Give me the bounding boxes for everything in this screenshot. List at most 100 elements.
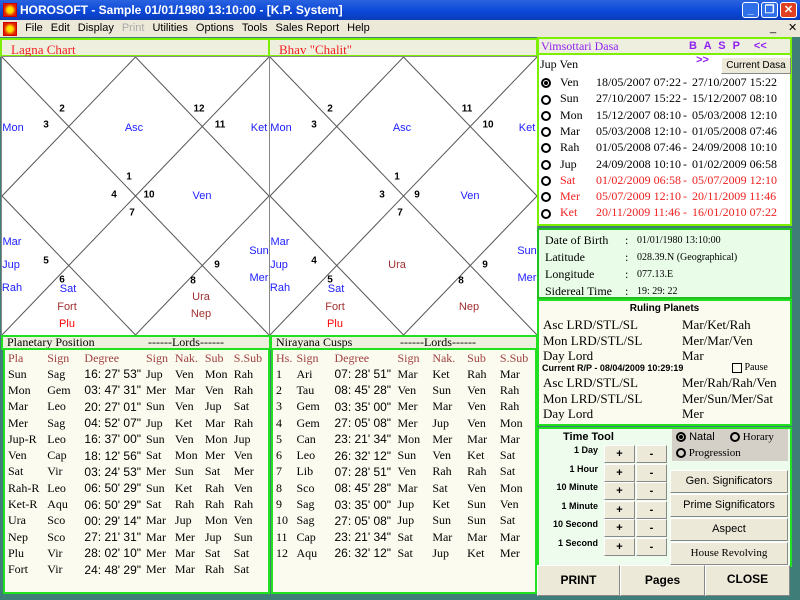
pause-checkbox[interactable]: Pause [732,362,768,373]
table-row: Plu Vir 28: 02' 10" Mer Mar Sat Sat [5,545,268,561]
progression-radio[interactable]: Progression [676,447,741,459]
dasa-row[interactable]: Ven 18/05/2007 07:22-27/10/2007 15:22 [541,75,777,91]
dasa-nav-s[interactable]: S [718,40,725,52]
action-button-0[interactable]: Gen. Significators [670,470,788,493]
table-cell: 26: 32' 12" [334,546,392,561]
table-cell: 3 [276,399,282,414]
radio-icon[interactable] [541,127,551,138]
ruling-value: Mar [682,348,704,363]
menu-tools[interactable]: Tools [238,20,272,37]
minimize-button[interactable]: _ [742,2,759,18]
table-cell: Ven [174,431,194,446]
radio-icon[interactable] [730,432,740,443]
menu-utilities[interactable]: Utilities [148,20,191,37]
dasa-prev[interactable]: << [754,40,767,52]
current-dasa-button[interactable]: Current Dasa [721,57,791,74]
dasa-planet: Mar [560,123,580,138]
time-minus-button[interactable]: - [636,500,667,519]
natal-radio[interactable]: Natal [676,431,715,443]
checkbox-icon[interactable] [732,362,742,373]
dasa-row[interactable]: Mon 15/12/2007 08:10-05/03/2008 12:10 [541,108,777,124]
table-cell: Mer [145,562,166,577]
dasa-row[interactable]: Mer 05/07/2009 12:10-20/11/2009 11:46 [541,189,776,205]
menu-display[interactable]: Display [74,20,118,37]
title-bar: HOROSOFT - Sample 01/01/1980 13:10:00 - … [0,0,800,20]
table-cell: Mon [499,415,523,430]
table-cell: 03: 35' 00" [334,399,392,414]
dasa-next[interactable]: >> [696,54,709,66]
radio-icon[interactable] [541,176,551,187]
dasa-planet: Mer [560,189,580,204]
menu-options[interactable]: Options [192,20,238,37]
dasa-separator: - [683,123,687,138]
pages-button[interactable]: Pages [620,565,705,596]
mdi-minimize-icon[interactable]: _ [770,20,776,37]
column-header: Nak. [432,350,456,365]
menu-file[interactable]: File [21,20,47,37]
dasa-nav-b[interactable]: B [689,40,697,52]
menu-help[interactable]: Help [343,20,374,37]
table-cell: Sun [397,448,417,463]
time-minus-button[interactable]: - [636,463,667,482]
table-cell: Rah [233,415,254,430]
table-cell: Mar [499,529,520,544]
time-plus-button[interactable]: + [604,500,635,519]
dasa-row[interactable]: Sun 27/10/2007 15:22-15/12/2007 08:10 [541,91,777,107]
table-cell: Jup [397,513,415,528]
house-number: 12 [193,103,205,115]
horary-radio[interactable]: Horary [730,431,774,443]
action-button-3[interactable]: House Revolving [670,542,788,565]
table-cell: 12 [276,545,288,560]
table-cell: Sun [145,399,165,414]
table-row: Jup-R Leo 16: 37' 00" Sun Ven Mon Jup [5,431,268,447]
dasa-row[interactable]: Sat 01/02/2009 06:58-05/07/2009 12:10 [541,173,777,189]
horary-label: Horary [742,431,774,443]
time-step-label: 1 Second [557,537,598,548]
maximize-button[interactable]: ❐ [761,2,778,18]
radio-icon[interactable] [541,94,551,105]
house-number: 2 [59,103,65,115]
radio-icon[interactable] [676,448,686,459]
print-button[interactable]: PRINT [537,565,620,596]
table-cell: Mar [174,545,195,560]
dasa-row[interactable]: Rah 01/05/2008 07:46-24/09/2008 10:10 [541,140,777,156]
menu-sales-report[interactable]: Sales Report [272,20,344,37]
dasa-row[interactable]: Ket 20/11/2009 11:46-16/01/2010 07:22 [541,205,777,221]
radio-icon[interactable] [541,143,551,154]
dasa-row[interactable]: Mar 05/03/2008 12:10-01/05/2008 07:46 [541,124,777,140]
mdi-close-icon[interactable]: ✕ [788,20,797,37]
close-window-button[interactable]: ✕ [780,2,797,18]
table-cell: Ura [8,513,26,528]
time-plus-button[interactable]: + [604,482,635,500]
radio-icon[interactable] [541,110,551,121]
dasa-to: 15/12/2007 08:10 [692,91,778,106]
house-number: 1 [394,171,400,183]
action-button-2[interactable]: Aspect [670,518,788,541]
table-cell: 6 [276,448,282,463]
menu-edit[interactable]: Edit [47,20,74,37]
close-button[interactable]: CLOSE [705,565,790,596]
dasa-separator: - [683,189,687,204]
radio-icon[interactable] [676,432,686,443]
table-cell: Sat [397,545,413,560]
table-cell: Ket [432,366,450,381]
action-button-1[interactable]: Prime Significators [670,494,788,517]
time-minus-button[interactable]: - [636,482,667,500]
table-row: Sat Vir 03: 24' 53" Mer Sun Sat Mer [5,464,268,480]
time-minus-button[interactable]: - [636,519,667,537]
time-plus-button[interactable]: + [604,463,635,482]
time-plus-button[interactable]: + [604,445,635,463]
radio-icon[interactable] [541,208,551,219]
time-minus-button[interactable]: - [636,445,667,463]
radio-icon[interactable] [541,192,551,203]
time-minus-button[interactable]: - [636,537,667,556]
dasa-nav-a[interactable]: A [704,40,712,52]
planetary-table: Pla Sign Degree Sign Nak. Sub S.Sub Sun Sag 16: 2… [3,348,270,594]
dasa-row[interactable]: Jup 24/09/2008 10:10-01/02/2009 06:58 [541,157,777,173]
table-cell: Ven [174,366,194,381]
time-plus-button[interactable]: + [604,537,635,556]
radio-icon[interactable] [541,159,551,170]
dasa-nav-p[interactable]: P [733,40,740,52]
radio-icon[interactable] [541,78,551,89]
time-plus-button[interactable]: + [604,519,635,537]
